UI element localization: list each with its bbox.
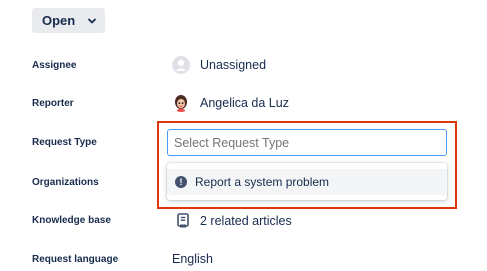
knowledge-base-text: 2 related articles xyxy=(200,213,292,228)
request-type-label: Request Type xyxy=(32,137,97,148)
user-avatar xyxy=(172,94,190,112)
request-language-label: Request language xyxy=(32,254,119,265)
assignee-label: Assignee xyxy=(32,60,77,71)
reporter-label: Reporter xyxy=(32,98,74,109)
knowledge-base-value[interactable]: 2 related articles xyxy=(172,213,292,228)
request-language-value[interactable]: English xyxy=(172,252,213,266)
book-icon xyxy=(177,213,189,228)
request-language-text: English xyxy=(172,252,213,266)
assignee-text: Unassigned xyxy=(200,58,267,72)
dropdown-option-report-system-problem[interactable]: ! Report a system problem xyxy=(167,169,447,195)
organizations-label: Organizations xyxy=(32,177,99,188)
status-label: Open xyxy=(42,13,76,28)
dropdown-option-label: Report a system problem xyxy=(195,175,330,189)
status-dropdown-button[interactable]: Open xyxy=(32,8,105,33)
avatar-placeholder-icon xyxy=(172,56,190,74)
reporter-text: Angelica da Luz xyxy=(200,96,289,110)
knowledge-base-label: Knowledge base xyxy=(32,215,111,226)
request-type-select-input[interactable] xyxy=(167,129,447,156)
chevron-down-icon xyxy=(88,18,97,23)
assignee-value[interactable]: Unassigned xyxy=(172,56,266,74)
request-type-dropdown-menu: ! Report a system problem xyxy=(167,163,447,200)
reporter-value[interactable]: Angelica da Luz xyxy=(172,94,289,112)
info-circle-icon: ! xyxy=(175,176,187,188)
